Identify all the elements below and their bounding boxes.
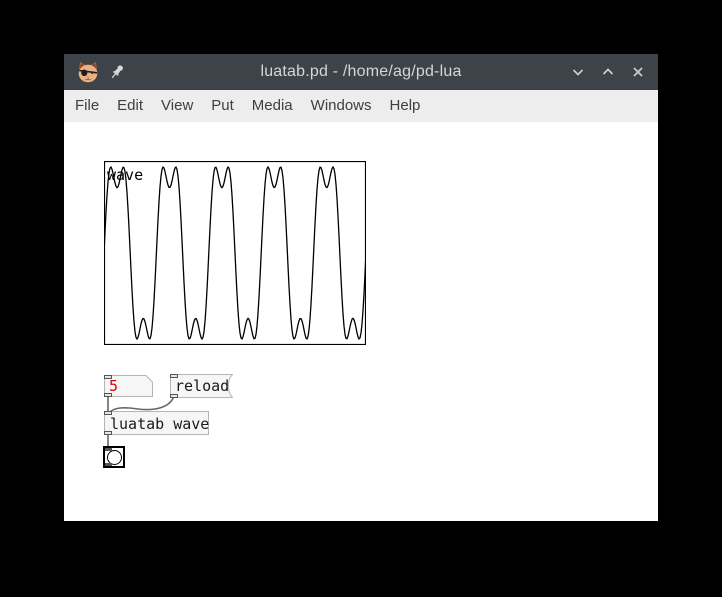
menu-item-file[interactable]: File xyxy=(66,90,108,122)
message-box-outlet[interactable] xyxy=(170,394,178,398)
menu-item-put[interactable]: Put xyxy=(202,90,243,122)
object-box-inlet[interactable] xyxy=(104,411,112,415)
message-box-reload[interactable]: reload xyxy=(170,374,233,398)
message-box-inlet[interactable] xyxy=(170,374,178,378)
pd-patch-window: luatab.pd - /home/ag/pd-lua File Edit Vi… xyxy=(64,54,658,521)
menu-item-media[interactable]: Media xyxy=(243,90,302,122)
desktop-background: luatab.pd - /home/ag/pd-lua File Edit Vi… xyxy=(0,0,722,597)
bang-outlet[interactable] xyxy=(105,463,112,466)
number-box[interactable]: 5 xyxy=(104,375,153,397)
minimize-button[interactable] xyxy=(566,60,590,84)
maximize-button[interactable] xyxy=(596,60,620,84)
waveform-path xyxy=(104,167,366,339)
bang-inlet[interactable] xyxy=(105,448,112,451)
object-box-label: luatab wave xyxy=(110,412,209,436)
array-label: wave xyxy=(107,168,143,183)
menu-item-help[interactable]: Help xyxy=(381,90,430,122)
patch-canvas[interactable]: wave 5 reload lu xyxy=(64,122,658,521)
close-button[interactable] xyxy=(626,60,650,84)
number-box-outlet[interactable] xyxy=(104,393,112,397)
menu-item-view[interactable]: View xyxy=(152,90,202,122)
number-box-inlet[interactable] xyxy=(104,375,112,379)
object-box-luatab[interactable]: luatab wave xyxy=(104,411,209,435)
menu-item-edit[interactable]: Edit xyxy=(108,90,152,122)
bang-button[interactable] xyxy=(103,446,125,468)
array-graph[interactable]: wave xyxy=(104,161,366,345)
menu-item-windows[interactable]: Windows xyxy=(302,90,381,122)
object-box-outlet[interactable] xyxy=(104,431,112,435)
message-box-label: reload xyxy=(175,374,229,398)
titlebar[interactable]: luatab.pd - /home/ag/pd-lua xyxy=(64,54,658,90)
menubar: File Edit View Put Media Windows Help xyxy=(64,90,658,122)
